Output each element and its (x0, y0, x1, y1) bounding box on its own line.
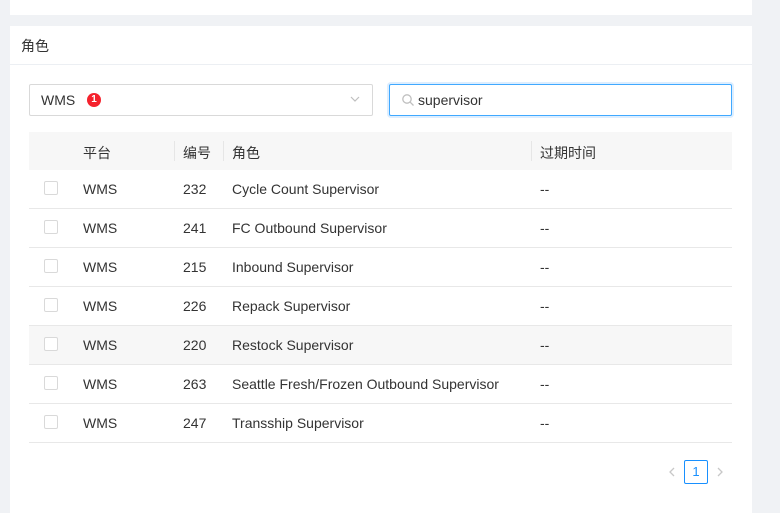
platform-select[interactable]: WMS 1 (29, 84, 373, 116)
header-platform: 平台 (83, 145, 111, 161)
cell-platform: WMS (83, 220, 118, 236)
selected-count-badge: 1 (87, 93, 101, 107)
cell-id: 263 (183, 376, 207, 392)
cell-expire: -- (540, 259, 550, 275)
platform-select-value: WMS (41, 92, 76, 108)
page-button-current[interactable]: 1 (684, 460, 708, 484)
row-checkbox[interactable] (44, 259, 58, 273)
cell-platform: WMS (83, 259, 118, 275)
cell-id: 226 (183, 298, 207, 314)
row-checkbox[interactable] (44, 181, 58, 195)
cell-platform: WMS (83, 298, 118, 314)
cell-expire: -- (540, 298, 550, 314)
search-box[interactable] (389, 84, 732, 116)
row-checkbox[interactable] (44, 337, 58, 351)
table-row[interactable]: WMS 220 Restock Supervisor -- (29, 326, 732, 365)
chevron-right-icon[interactable] (710, 460, 730, 484)
section-divider (10, 64, 752, 65)
table-row[interactable]: WMS 241 FC Outbound Supervisor -- (29, 209, 732, 248)
cell-expire: -- (540, 415, 550, 431)
cell-role: Repack Supervisor (232, 298, 351, 314)
cell-expire: -- (540, 220, 550, 236)
page-scrollbar[interactable] (771, 0, 780, 513)
chevron-left-icon[interactable] (662, 460, 682, 484)
cell-id: 215 (183, 259, 207, 275)
table-row[interactable]: WMS 247 Transship Supervisor -- (29, 404, 732, 443)
cell-expire: -- (540, 181, 550, 197)
cell-id: 241 (183, 220, 207, 236)
cell-platform: WMS (83, 337, 118, 353)
section-title: 角色 (21, 38, 49, 54)
cell-id: 247 (183, 415, 207, 431)
cell-role: Inbound Supervisor (232, 259, 354, 275)
roles-card: 角色 WMS 1 平台 编号 角色 过期时间 WMS 232 Cycle Co (10, 26, 752, 513)
header-id: 编号 (183, 145, 211, 161)
column-separator (531, 141, 532, 161)
table-row[interactable]: WMS 226 Repack Supervisor -- (29, 287, 732, 326)
column-separator (223, 141, 224, 161)
cell-role: FC Outbound Supervisor (232, 220, 387, 236)
chevron-down-icon (350, 96, 360, 102)
search-input[interactable] (418, 90, 718, 110)
search-icon (402, 94, 414, 106)
previous-card (10, 0, 752, 15)
row-checkbox[interactable] (44, 220, 58, 234)
table-row[interactable]: WMS 263 Seattle Fresh/Frozen Outbound Su… (29, 365, 732, 404)
cell-id: 232 (183, 181, 207, 197)
table-row[interactable]: WMS 215 Inbound Supervisor -- (29, 248, 732, 287)
table-row[interactable]: WMS 232 Cycle Count Supervisor -- (29, 170, 732, 209)
cell-expire: -- (540, 337, 550, 353)
cell-role: Cycle Count Supervisor (232, 181, 380, 197)
cell-role: Seattle Fresh/Frozen Outbound Supervisor (232, 376, 499, 392)
header-role: 角色 (232, 145, 260, 161)
cell-expire: -- (540, 376, 550, 392)
row-checkbox[interactable] (44, 298, 58, 312)
row-checkbox[interactable] (44, 415, 58, 429)
cell-id: 220 (183, 337, 207, 353)
cell-platform: WMS (83, 181, 118, 197)
cell-platform: WMS (83, 376, 118, 392)
header-expire: 过期时间 (540, 145, 596, 161)
cell-role: Restock Supervisor (232, 337, 354, 353)
cell-platform: WMS (83, 415, 118, 431)
roles-table: 平台 编号 角色 过期时间 WMS 232 Cycle Count Superv… (29, 132, 732, 443)
column-separator (174, 141, 175, 161)
cell-role: Transship Supervisor (232, 415, 364, 431)
row-checkbox[interactable] (44, 376, 58, 390)
table-header: 平台 编号 角色 过期时间 (29, 132, 732, 170)
